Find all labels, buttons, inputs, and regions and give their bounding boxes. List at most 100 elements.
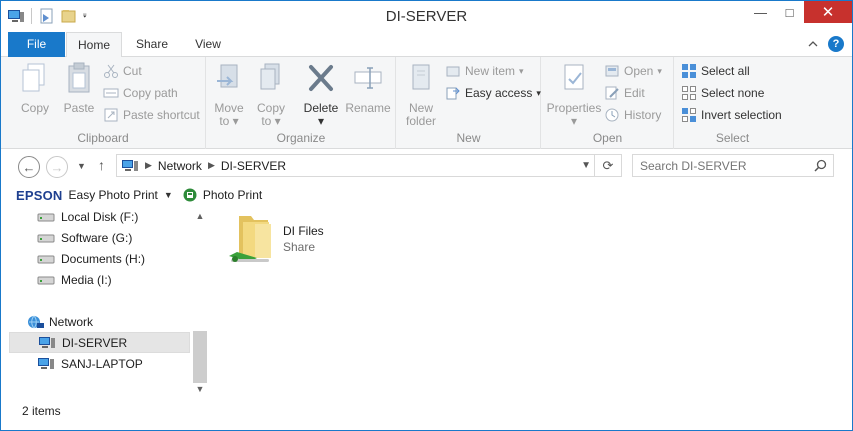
rename-button[interactable]: Rename	[343, 61, 393, 115]
copy-icon	[22, 63, 45, 92]
history-button[interactable]: History	[604, 105, 661, 125]
help-icon[interactable]: ?	[828, 36, 844, 52]
edit-icon	[605, 86, 619, 100]
delete-x-icon	[309, 65, 333, 91]
new-item-icon	[446, 66, 460, 77]
file-list: DI Files Share	[209, 206, 852, 399]
network-icon	[28, 315, 44, 328]
clipboard-group: Copy Paste Cut Copy path Paste shortcut …	[1, 57, 206, 149]
item-count: 2 items	[22, 404, 61, 418]
window-title: DI-SERVER	[385, 8, 468, 25]
ribbon: Copy Paste Cut Copy path Paste shortcut …	[1, 57, 852, 149]
address-bar[interactable]: ▶ Network ▶ DI-SERVER ▼ ⟳	[116, 154, 622, 177]
scrollbar-thumb[interactable]	[193, 331, 207, 383]
navigation-pane: Local Disk (F:) Software (G:) Documents …	[1, 206, 208, 399]
copy-path-button[interactable]: Copy path	[103, 83, 178, 103]
computer-icon	[38, 357, 54, 369]
new-folder-button[interactable]: New folder	[401, 61, 441, 128]
nav-scrollbar[interactable]: ▲ ▼	[192, 206, 208, 399]
open-group: Properties ▾ Open ▾ Edit History Open	[542, 57, 674, 149]
refresh-icon[interactable]: ⟳	[594, 155, 621, 176]
breadcrumb-network[interactable]: Network	[158, 159, 202, 173]
paste-button[interactable]: Paste	[59, 61, 99, 115]
move-to-icon	[217, 64, 238, 88]
up-arrow-icon[interactable]: ↑	[98, 157, 105, 173]
select-none-icon	[682, 86, 696, 100]
window-controls: — □ ✕	[746, 1, 852, 23]
copy-to-icon	[260, 63, 280, 90]
chevron-right-icon[interactable]: ▶	[208, 160, 215, 171]
invert-selection-icon	[682, 108, 696, 122]
nav-item-network[interactable]: Network	[9, 311, 190, 332]
status-bar: 2 items	[1, 399, 852, 423]
breadcrumb-di-server[interactable]: DI-SERVER	[221, 159, 286, 173]
properties-button[interactable]: Properties ▾	[544, 61, 604, 128]
nav-item-media-i[interactable]: Media (I:)	[9, 269, 190, 290]
copy-button[interactable]: Copy	[15, 61, 55, 115]
search-box[interactable]	[632, 154, 834, 177]
title-bar: DI-SERVER — □ ✕	[1, 1, 852, 32]
minimize-button[interactable]: —	[746, 1, 775, 23]
easy-photo-print-button[interactable]: Easy Photo Print	[69, 188, 158, 202]
maximize-button[interactable]: □	[775, 1, 804, 23]
share-name: DI Files	[283, 224, 324, 238]
drive-icon	[37, 276, 55, 284]
select-group-label: Select	[715, 131, 750, 145]
easy-access-icon	[446, 87, 460, 100]
delete-button[interactable]: Delete ▾	[299, 61, 343, 128]
epson-toolbar: EPSON Easy Photo Print ▼ Photo Print	[1, 184, 852, 206]
tab-home[interactable]: Home	[66, 32, 122, 58]
address-row: ← → ▼ ↑ ▶ Network ▶ DI-SERVER ▼ ⟳	[1, 149, 852, 183]
new-item-button[interactable]: New item ▾	[445, 61, 524, 81]
tab-view[interactable]: View	[181, 32, 235, 57]
nav-item-sanj-laptop[interactable]: SANJ-LAPTOP	[9, 353, 190, 374]
copy-to-button[interactable]: Copy to ▾	[253, 61, 289, 128]
epson-logo: EPSON	[16, 187, 63, 203]
nav-item-di-server[interactable]: DI-SERVER	[9, 332, 190, 353]
nav-item-software-g[interactable]: Software (G:)	[9, 227, 190, 248]
chevron-up-icon[interactable]	[808, 40, 818, 48]
share-item-di-files[interactable]: DI Files Share	[225, 212, 335, 272]
invert-selection-button[interactable]: Invert selection	[681, 105, 782, 125]
organize-group: Move to ▾ Copy to ▾ Delete ▾ Rename Orga…	[207, 57, 396, 149]
move-to-button[interactable]: Move to ▾	[211, 61, 247, 128]
chevron-down-icon[interactable]: ▼	[164, 190, 173, 200]
explorer-window: DI-SERVER — □ ✕ File Home Share View ? C…	[0, 0, 853, 431]
scroll-down-icon[interactable]: ▼	[192, 381, 208, 397]
paste-shortcut-icon	[104, 108, 118, 122]
computer-icon	[39, 336, 55, 348]
select-none-button[interactable]: Select none	[681, 83, 764, 103]
new-group-label: New	[456, 131, 481, 145]
clipboard-group-label: Clipboard	[77, 131, 129, 145]
paste-shortcut-button[interactable]: Paste shortcut	[103, 105, 200, 125]
open-group-label: Open	[592, 131, 623, 145]
rename-icon	[354, 67, 382, 89]
search-input[interactable]	[640, 158, 810, 173]
new-folder-icon	[412, 64, 430, 90]
nav-item-documents-h[interactable]: Documents (H:)	[9, 248, 190, 269]
photo-print-button[interactable]: Photo Print	[203, 188, 262, 202]
tab-file[interactable]: File	[8, 32, 65, 57]
forward-button[interactable]: →	[46, 156, 68, 178]
drive-icon	[37, 255, 55, 263]
tab-share[interactable]: Share	[125, 32, 179, 57]
new-group: New folder New item ▾ Easy access ▾ New	[397, 57, 541, 149]
search-icon[interactable]	[814, 159, 827, 172]
select-all-icon	[682, 64, 696, 78]
nav-item-local-disk-f[interactable]: Local Disk (F:)	[9, 206, 190, 227]
select-all-button[interactable]: Select all	[681, 61, 750, 81]
close-button[interactable]: ✕	[804, 1, 852, 23]
drive-icon	[37, 213, 55, 221]
drive-icon	[37, 234, 55, 242]
recent-locations-icon[interactable]: ▼	[77, 161, 86, 171]
chevron-down-icon[interactable]: ▼	[581, 160, 591, 171]
share-type: Share	[283, 240, 316, 254]
scroll-up-icon[interactable]: ▲	[192, 208, 208, 224]
open-button[interactable]: Open ▾	[604, 61, 662, 81]
back-button[interactable]: ←	[18, 156, 40, 178]
edit-button[interactable]: Edit	[604, 83, 645, 103]
chevron-right-icon[interactable]: ▶	[145, 160, 152, 171]
easy-access-button[interactable]: Easy access ▾	[445, 83, 541, 103]
history-icon	[605, 108, 619, 122]
cut-button[interactable]: Cut	[103, 61, 142, 81]
